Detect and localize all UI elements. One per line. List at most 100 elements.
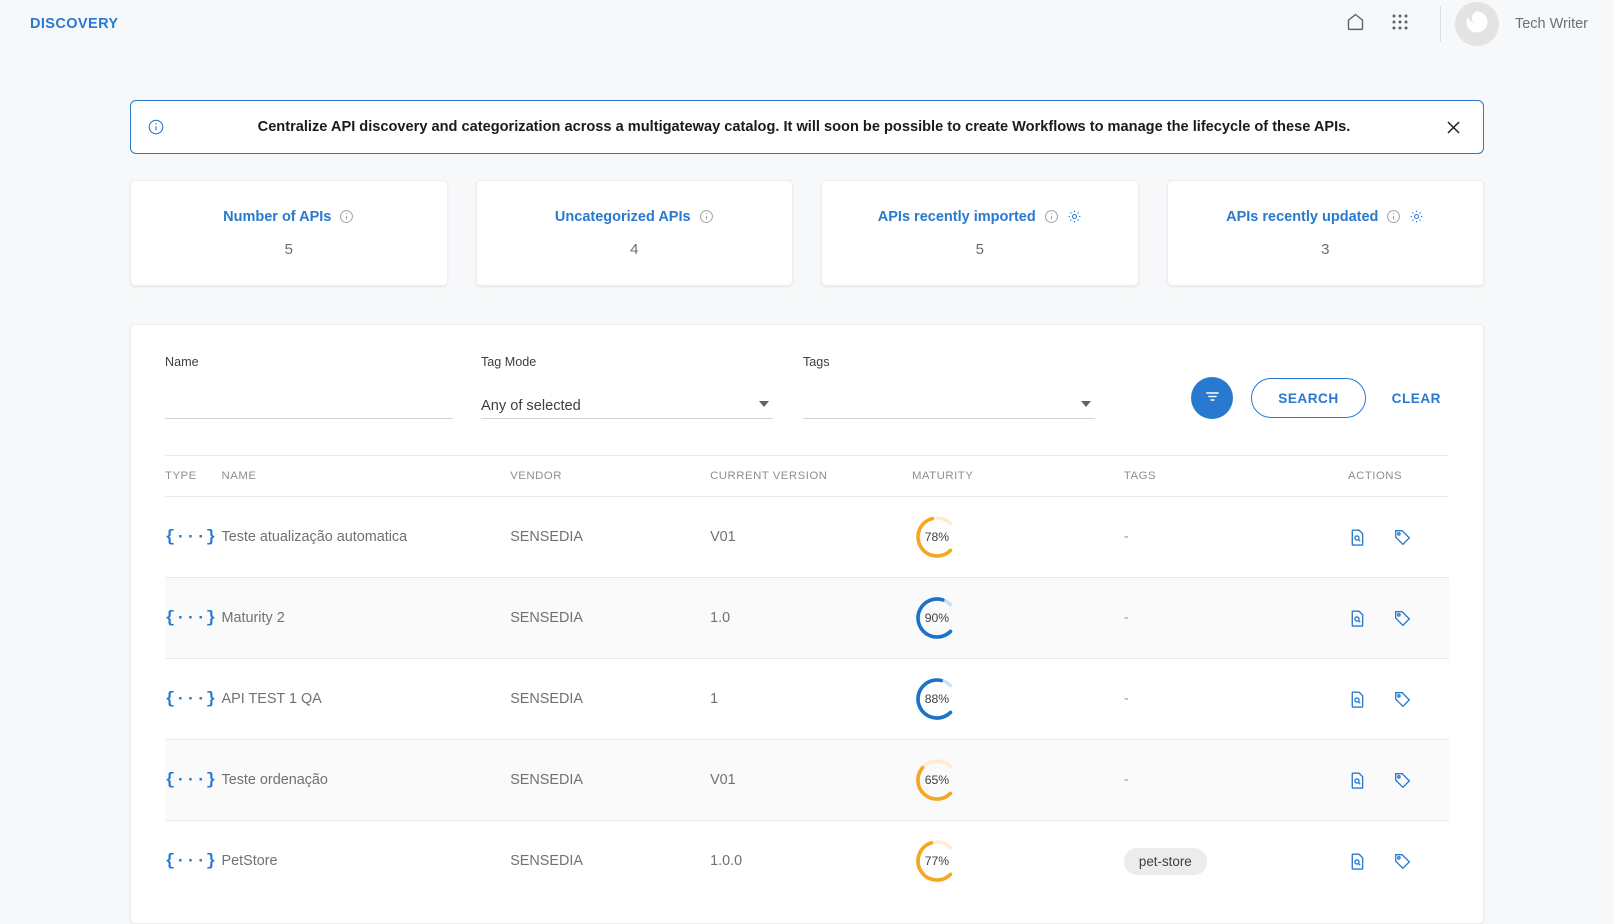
table-row[interactable]: {···} PetStore SENSEDIA 1.0.0 77% pet-st… (165, 820, 1449, 902)
tag-mode-filter-field: Tag Mode Any of selected (481, 355, 773, 419)
column-header-type: TYPE (165, 455, 222, 497)
table-header-row: TYPE NAME VENDOR CURRENT VERSION MATURIT… (165, 455, 1449, 497)
stat-card-value: 5 (284, 240, 293, 258)
gear-icon[interactable] (1409, 209, 1424, 224)
cell-name: Teste ordenação (221, 739, 511, 821)
home-button[interactable] (1334, 2, 1378, 46)
cell-actions (1348, 820, 1449, 902)
home-icon (1345, 11, 1366, 37)
tags-select[interactable] (803, 393, 1095, 419)
filter-bar: Name Tag Mode Any of selected Tags SEARC… (165, 355, 1449, 419)
cell-maturity: 65% (911, 739, 1124, 821)
tag-icon[interactable] (1393, 852, 1412, 871)
cell-vendor: SENSEDIA (510, 820, 711, 902)
stat-card-value: 5 (975, 240, 984, 258)
cell-vendor: SENSEDIA (510, 577, 711, 659)
cell-type: {···} (165, 658, 222, 740)
cell-maturity: 77% (911, 820, 1124, 902)
tag-chip[interactable]: pet-store (1123, 847, 1207, 875)
stat-card-value: 3 (1321, 240, 1330, 258)
column-header-vendor: VENDOR (510, 455, 711, 497)
document-search-icon[interactable] (1348, 771, 1367, 790)
info-circle-icon[interactable] (1044, 209, 1059, 224)
tags-empty-placeholder: - (1123, 610, 1129, 626)
tags-filter-field: Tags (803, 355, 1095, 419)
username-label: Tech Writer (1514, 16, 1588, 32)
gear-icon[interactable] (1067, 209, 1082, 224)
stat-card-label: Number of APIs (223, 208, 332, 225)
tags-empty-placeholder: - (1123, 529, 1129, 545)
cell-current-version: V01 (710, 739, 912, 821)
cell-type: {···} (165, 496, 222, 578)
code-braces-icon: {···} (165, 851, 217, 871)
cell-tags: - (1123, 496, 1348, 578)
advanced-filter-button[interactable] (1191, 377, 1234, 419)
chevron-down-icon (759, 401, 769, 407)
banner-message: Centralize API discovery and categorizat… (257, 119, 1351, 135)
cell-tags: - (1123, 739, 1348, 821)
api-list-panel: Name Tag Mode Any of selected Tags SEARC… (130, 324, 1484, 924)
filter-funnel-icon (1204, 388, 1221, 408)
name-input-underline[interactable] (165, 393, 453, 419)
tags-empty-placeholder: - (1123, 691, 1129, 707)
table-row[interactable]: {···} Teste atualização automatica SENSE… (165, 496, 1449, 578)
top-header-bar: DISCOVERY Tech Writer (0, 0, 1614, 48)
cell-vendor: SENSEDIA (510, 658, 711, 740)
chevron-down-icon (1081, 401, 1091, 407)
cell-type: {···} (165, 739, 222, 821)
tag-icon[interactable] (1393, 690, 1412, 709)
stat-card-number-of-apis: Number of APIs 5 (130, 180, 448, 286)
document-search-icon[interactable] (1348, 690, 1367, 709)
apps-grid-button[interactable] (1378, 2, 1422, 46)
page-content: Centralize API discovery and categorizat… (0, 100, 1614, 924)
tag-mode-select[interactable]: Any of selected (481, 393, 773, 419)
cell-current-version: V01 (710, 496, 912, 578)
stat-card-title-group: APIs recently updated (1226, 209, 1424, 225)
stat-card-label: APIs recently imported (877, 208, 1036, 225)
maturity-gauge: 78% (912, 512, 962, 562)
cell-actions (1348, 577, 1449, 659)
table-row[interactable]: {···} Maturity 2 SENSEDIA 1.0 90% - (165, 577, 1449, 659)
header-divider (1439, 6, 1441, 42)
stat-card-apis-recently-updated: APIs recently updated 3 (1166, 180, 1484, 286)
search-button[interactable]: SEARCH (1251, 378, 1366, 418)
column-header-maturity: MATURITY (911, 455, 1124, 497)
document-search-icon[interactable] (1348, 609, 1367, 628)
table-row[interactable]: {···} Teste ordenação SENSEDIA V01 65% - (165, 739, 1449, 821)
tag-icon[interactable] (1393, 771, 1412, 790)
maturity-gauge: 88% (912, 674, 962, 724)
close-icon[interactable] (1441, 115, 1465, 139)
document-search-icon[interactable] (1348, 528, 1367, 547)
tag-icon[interactable] (1393, 528, 1412, 547)
cell-current-version: 1.0.0 (710, 820, 912, 902)
document-search-icon[interactable] (1348, 852, 1367, 871)
maturity-value-label: 77% (924, 854, 950, 869)
table-header: TYPE NAME VENDOR CURRENT VERSION MATURIT… (165, 455, 1449, 497)
column-header-name: NAME (221, 455, 511, 497)
table-row[interactable]: {···} API TEST 1 QA SENSEDIA 1 88% - (165, 658, 1449, 740)
stat-card-uncategorized-apis: Uncategorized APIs 4 (475, 180, 793, 286)
stat-card-label: APIs recently updated (1226, 208, 1379, 225)
avatar[interactable] (1454, 2, 1499, 46)
info-circle-icon[interactable] (339, 209, 354, 224)
code-braces-icon: {···} (165, 689, 217, 709)
tag-mode-selected-value: Any of selected (481, 397, 581, 414)
cell-tags: - (1123, 577, 1348, 659)
info-circle-icon[interactable] (1386, 209, 1401, 224)
tag-icon[interactable] (1393, 609, 1412, 628)
clear-button[interactable]: CLEAR (1384, 378, 1449, 418)
cell-tags: - (1123, 658, 1348, 740)
maturity-gauge: 65% (912, 755, 962, 805)
apps-grid-icon (1390, 12, 1410, 37)
maturity-value-label: 90% (924, 611, 950, 625)
column-header-tags: TAGS (1123, 455, 1348, 497)
name-filter-label: Name (165, 355, 199, 369)
info-circle-icon[interactable] (699, 209, 714, 224)
info-banner: Centralize API discovery and categorizat… (130, 100, 1484, 154)
stat-cards-row: Number of APIs 5 Uncategorized APIs 4 AP… (130, 180, 1484, 286)
column-header-current-version: CURRENT VERSION (710, 455, 912, 497)
filter-actions-group: SEARCH CLEAR (1191, 355, 1449, 419)
stat-card-apis-recently-imported: APIs recently imported 5 (821, 180, 1139, 286)
maturity-value-label: 78% (924, 530, 950, 544)
table-body: {···} Teste atualização automatica SENSE… (165, 496, 1449, 902)
